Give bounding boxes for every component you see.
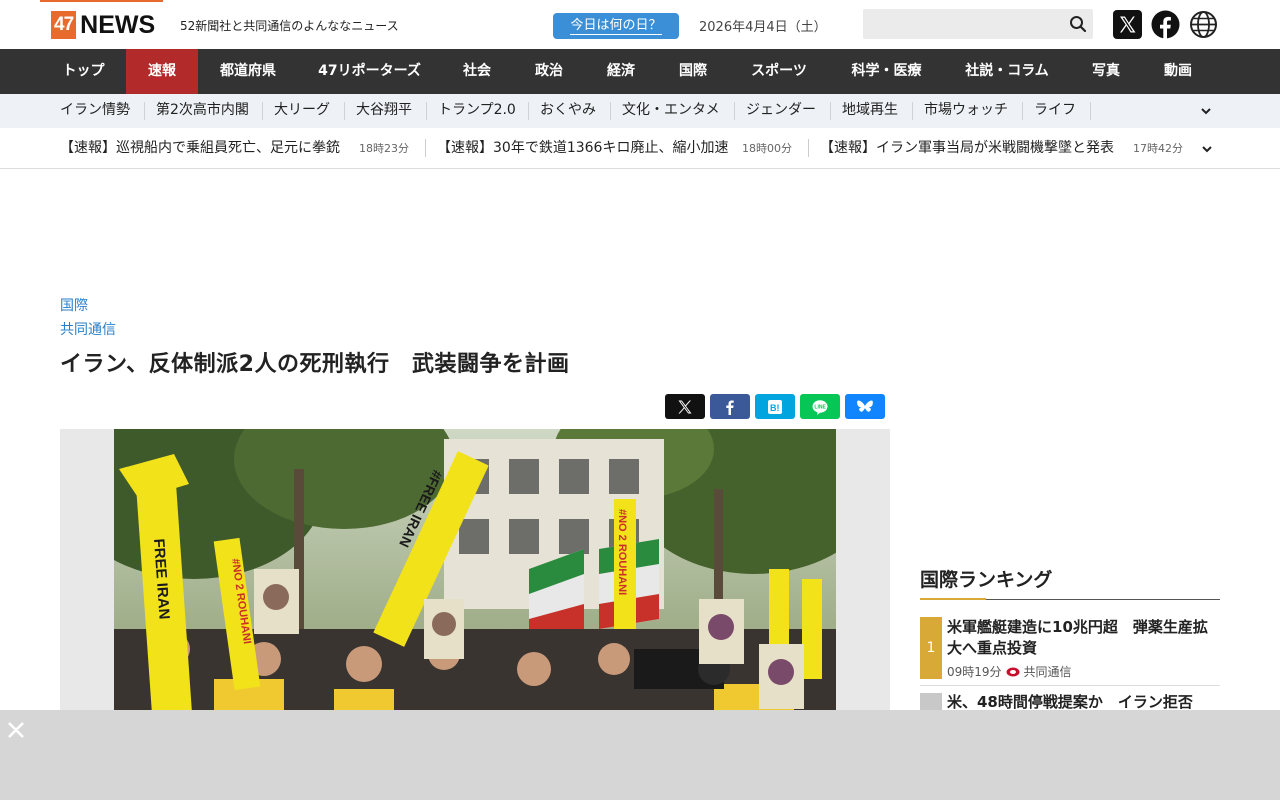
nav-item-editorial[interactable]: 社説・コラム (944, 49, 1070, 94)
svg-text:B!: B! (770, 403, 780, 413)
logo-number: 47 (51, 11, 77, 39)
nav-item-politics[interactable]: 政治 (513, 49, 585, 94)
nav-item-economy[interactable]: 経済 (585, 49, 657, 94)
site-tagline: 52新聞社と共同通信のよんななニュース (180, 19, 399, 33)
rank-number: 1 (920, 617, 942, 679)
today-button-label: 今日は何の日？ (570, 18, 662, 35)
article-photo-frame: FREE IRAN #FREE IRAN #NO 2 ROUHANI #NO 2… (60, 429, 890, 719)
share-hatena-button[interactable]: B! (755, 394, 795, 419)
share-facebook-button[interactable] (710, 394, 750, 419)
article-source[interactable]: 共同通信 (60, 319, 116, 339)
divider (1090, 102, 1091, 120)
globe-icon[interactable] (1189, 10, 1218, 39)
divider (610, 102, 611, 120)
facebook-icon[interactable] (1151, 10, 1180, 39)
ranking-headline[interactable]: 米軍艦艇建造に10兆円超 弾薬生産拡大へ重点投資 (947, 617, 1217, 659)
logo-accent-bar (40, 0, 163, 2)
breaking-headline[interactable]: 【速報】イラン軍事当局が米戦闘機撃墜と発表 (820, 128, 1114, 168)
ranking-time: 09時19分 (947, 665, 1002, 679)
breaking-time: 18時23分 (359, 142, 409, 155)
close-icon[interactable] (6, 720, 26, 740)
topic-takaichi-cabinet[interactable]: 第2次高市内閣 (156, 94, 249, 128)
share-bluesky-button[interactable] (845, 394, 885, 419)
nav-item-world[interactable]: 国際 (657, 49, 729, 94)
topic-life[interactable]: ライフ (1034, 94, 1076, 128)
protest-photo-image: FREE IRAN #FREE IRAN #NO 2 ROUHANI #NO 2… (114, 429, 836, 719)
topic-iran[interactable]: イラン情勢 (60, 94, 130, 128)
chevron-down-icon[interactable] (1200, 105, 1212, 117)
hatena-bookmark-icon: B! (768, 399, 782, 414)
facebook-icon (726, 400, 734, 415)
divider (734, 102, 735, 120)
nav-item-prefectures[interactable]: 都道府県 (198, 49, 298, 94)
topic-regional[interactable]: 地域再生 (842, 94, 898, 128)
divider (912, 102, 913, 120)
divider (830, 102, 831, 120)
article-title: イラン、反体制派2人の死刑執行 武装闘争を計画 (60, 352, 570, 377)
divider (920, 685, 1220, 686)
topic-trump[interactable]: トランプ2.0 (438, 94, 516, 128)
nav-item-breaking[interactable]: 速報 (126, 49, 198, 94)
breaking-headline[interactable]: 【速報】巡視船内で乗組員死亡、足元に拳銃 (60, 128, 340, 168)
breaking-news-bar: 【速報】巡視船内で乗組員死亡、足元に拳銃 18時23分 【速報】30年で鉄道13… (0, 128, 1280, 169)
current-date: 2026年4月4日（土） (699, 20, 827, 35)
bottom-ad-overlay (0, 710, 1280, 800)
breaking-headline[interactable]: 【速報】30年で鉄道1366キロ廃止、縮小加速 (437, 128, 728, 168)
main-nav: トップ 速報 都道府県 47リポーターズ 社会 政治 経済 国際 スポーツ 科学… (0, 49, 1280, 94)
divider (426, 102, 427, 120)
bluesky-icon (857, 400, 873, 412)
topic-ohtani[interactable]: 大谷翔平 (356, 94, 412, 128)
x-icon (678, 400, 692, 413)
breaking-time: 17時42分 (1133, 142, 1183, 155)
svg-text:LINE: LINE (814, 404, 826, 410)
topic-nav: イラン情勢 第2次高市内閣 大リーグ 大谷翔平 トランプ2.0 おくやみ 文化・… (0, 94, 1280, 128)
share-line-button[interactable]: LINE (800, 394, 840, 419)
share-x-button[interactable] (665, 394, 705, 419)
nav-item-47reporters[interactable]: 47リポーターズ (298, 49, 441, 94)
search-box (863, 9, 1093, 39)
article-photo[interactable]: FREE IRAN #FREE IRAN #NO 2 ROUHANI #NO 2… (114, 429, 836, 719)
site-logo[interactable]: 47 NEWS (51, 11, 155, 39)
breaking-time: 18時00分 (742, 142, 792, 155)
nav-item-video[interactable]: 動画 (1142, 49, 1214, 94)
divider (262, 102, 263, 120)
topic-obituaries[interactable]: おくやみ (540, 94, 596, 128)
topic-culture[interactable]: 文化・エンタメ (622, 94, 720, 128)
ranking-meta: 09時19分 共同通信 (947, 663, 1072, 680)
nav-item-science[interactable]: 科学・医療 (829, 49, 944, 94)
nav-item-top[interactable]: トップ (41, 49, 126, 94)
topic-market[interactable]: 市場ウォッチ (924, 94, 1008, 128)
site-header: 47 NEWS 52新聞社と共同通信のよんななニュース 今日は何の日？ 2026… (0, 0, 1280, 49)
ranking-source: 共同通信 (1023, 665, 1072, 679)
ranking-rule-accent (920, 598, 986, 600)
topic-gender[interactable]: ジェンダー (746, 94, 816, 128)
ranking-title: 国際ランキング (920, 569, 1053, 591)
divider (528, 102, 529, 120)
nav-item-photos[interactable]: 写真 (1070, 49, 1142, 94)
kyodo-logo-icon (1006, 667, 1020, 676)
divider (144, 102, 145, 120)
line-icon: LINE (812, 399, 828, 415)
today-in-history-button[interactable]: 今日は何の日？ (553, 13, 679, 39)
topic-mlb[interactable]: 大リーグ (274, 94, 330, 128)
search-icon[interactable] (1069, 15, 1087, 33)
divider (1022, 102, 1023, 120)
article-category[interactable]: 国際 (60, 295, 88, 315)
nav-item-sports[interactable]: スポーツ (729, 49, 829, 94)
search-input[interactable] (863, 9, 1063, 39)
divider (425, 139, 426, 157)
logo-word: NEWS (80, 10, 156, 39)
divider (344, 102, 345, 120)
sign-text: #NO 2 ROUHANI (616, 509, 628, 595)
divider (808, 139, 809, 157)
x-icon[interactable] (1113, 10, 1142, 39)
chevron-down-icon[interactable] (1201, 143, 1213, 155)
nav-item-society[interactable]: 社会 (441, 49, 513, 94)
